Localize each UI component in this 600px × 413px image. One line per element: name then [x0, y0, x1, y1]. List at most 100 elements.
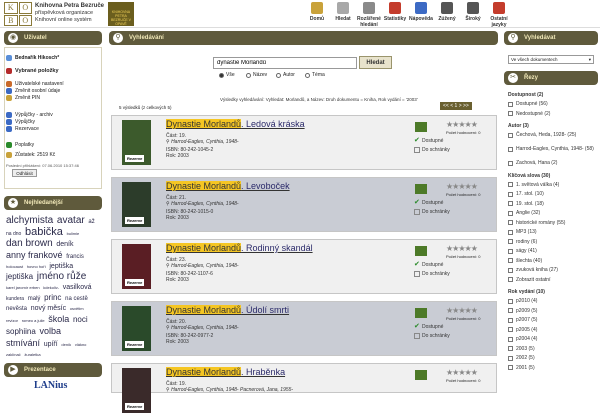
user-menu-item[interactable]: Výpůjčky [6, 119, 35, 125]
checkbox[interactable] [414, 209, 420, 215]
nav-search[interactable]: Hledat [330, 2, 356, 22]
rating-stars[interactable]: ★★★★★ [446, 244, 478, 253]
add-to-basket[interactable]: Do schránky [414, 333, 450, 339]
checkbox[interactable] [508, 160, 513, 166]
checkbox[interactable] [508, 327, 513, 332]
tag-link[interactable]: deník [56, 241, 73, 248]
tag-link[interactable]: škola [48, 314, 69, 324]
checkbox[interactable] [508, 298, 513, 304]
facet-item[interactable]: Dostupné (56) [508, 101, 548, 107]
tag-link[interactable]: upíří [44, 341, 58, 348]
nav-help[interactable]: Nápověda [408, 2, 434, 22]
book-cover[interactable]: Rezerve [122, 368, 151, 413]
user-menu-item[interactable]: Změnit PIN [6, 95, 40, 101]
checkbox[interactable] [508, 248, 513, 254]
facet-item[interactable]: p2005 (4) [508, 327, 537, 333]
checkbox[interactable] [508, 336, 513, 342]
tag-link[interactable]: žuraletka [24, 352, 40, 357]
tag-link[interactable]: až [88, 219, 94, 225]
facet-item[interactable]: 2003 (5) [508, 346, 535, 352]
favorites-link[interactable]: Vybrané položky [6, 68, 59, 74]
tag-link[interactable]: bulimie [67, 231, 80, 236]
tag-link[interactable]: dan brown [6, 238, 53, 249]
tag-link[interactable]: jméno růže [37, 271, 86, 282]
pager-controls[interactable]: << < 1 > >> [440, 102, 472, 110]
checkbox[interactable] [508, 267, 513, 273]
user-menu-item[interactable]: Poplatky [6, 142, 34, 148]
tag-link[interactable]: avatar [57, 215, 85, 226]
search-scope-radio[interactable]: Autor [276, 72, 295, 78]
checkbox[interactable] [508, 346, 513, 351]
facet-item[interactable]: Čechová, Heda, 1928- (25) [508, 132, 576, 138]
facet-item[interactable]: Zobrazit ostatní [508, 277, 550, 283]
checkbox[interactable] [414, 271, 420, 277]
result-author[interactable]: ⚲ Harrod-Eagles, Cynthia, 1948- [166, 325, 239, 332]
tag-link[interactable]: romeo a julie [22, 318, 45, 323]
facet-item[interactable]: 2002 (5) [508, 355, 535, 361]
facet-item[interactable]: 19. stol. (18) [508, 201, 544, 207]
nav-advanced-search[interactable]: Rozšířené hledání [356, 2, 382, 28]
lanius-logo[interactable]: LANius [34, 380, 67, 391]
add-to-basket[interactable]: Do schránky [414, 147, 450, 153]
tag-link[interactable]: stmívání [6, 338, 40, 348]
facet-item[interactable]: rodiny (6) [508, 239, 537, 245]
result-title-link[interactable]: Dynastie Morlandů. Levoboček [166, 181, 290, 191]
tag-link[interactable]: zaklínač [6, 352, 21, 357]
tag-link[interactable]: malý [28, 296, 41, 302]
tag-link[interactable]: princ [44, 293, 61, 302]
facet-item[interactable]: MP3 (13) [508, 229, 537, 235]
facet-item[interactable]: historické romány (55) [508, 220, 565, 226]
tag-link[interactable]: na cestě [65, 296, 88, 302]
search-scope-radio[interactable]: Název [246, 72, 267, 78]
logout-button[interactable]: Odhlásit [12, 169, 37, 177]
checkbox[interactable] [414, 147, 420, 153]
search-scope-radio[interactable]: Téma [305, 72, 325, 78]
nav-narrow-view[interactable]: Zúžený [434, 2, 460, 22]
tag-link[interactable]: revizor [6, 318, 18, 323]
checkbox[interactable] [414, 333, 420, 339]
pager[interactable]: << < 1 > >> [440, 102, 472, 110]
checkbox[interactable] [508, 132, 513, 138]
checkbox[interactable] [508, 308, 513, 313]
tag-link[interactable]: noci [73, 315, 88, 324]
result-author[interactable]: ⚲ Harrod-Eagles, Cynthia, 1948- [166, 263, 239, 270]
facet-item[interactable]: 1. světová válka (4) [508, 182, 559, 188]
tag-link[interactable]: anny frankové [6, 250, 63, 260]
result-author[interactable]: ⚲ Harrod-Eagles, Cynthia, 1948- [166, 139, 239, 146]
checkbox[interactable] [508, 277, 513, 282]
facet-item[interactable]: Nedostupné (2) [508, 111, 550, 117]
search-input[interactable] [213, 57, 357, 69]
book-cover[interactable]: Rezerve [122, 120, 151, 165]
document-type-select[interactable]: Ve všech dokumentech ▾ [508, 55, 594, 64]
tag-link[interactable]: karel jaromír erben [6, 285, 40, 290]
facet-item[interactable]: p2007 (5) [508, 317, 537, 323]
nav-flag[interactable]: Ostatní jazyky [486, 2, 512, 28]
result-author[interactable]: ⚲ Harrod-Eagles, Cynthia, 1948- [166, 201, 239, 208]
facet-item[interactable]: p2009 (5) [508, 308, 537, 314]
facet-item[interactable]: Harrod-Eagles, Cynthia, 1948- (58) [508, 146, 594, 152]
tag-link[interactable]: osvětim [70, 306, 84, 311]
checkbox[interactable] [508, 111, 513, 116]
tag-link[interactable]: francis [66, 254, 84, 260]
tag-link[interactable]: sophiina [6, 327, 36, 336]
user-menu-item[interactable]: Uživatelské nastavení [6, 81, 64, 87]
facet-item[interactable]: p2004 (4) [508, 336, 537, 342]
checkbox[interactable] [508, 258, 513, 263]
search-button[interactable]: Hledat [359, 56, 392, 69]
tag-link[interactable]: jeptiška [6, 272, 33, 281]
facet-item[interactable]: Anglie (32) [508, 210, 540, 216]
rating-stars[interactable]: ★★★★★ [446, 182, 478, 191]
checkbox[interactable] [508, 239, 513, 244]
result-author[interactable]: ⚲ Harrod-Eagles, Cynthia, 1948- Pacnerov… [166, 387, 293, 394]
add-to-basket[interactable]: Do schránky [414, 271, 450, 277]
user-menu-item[interactable]: Výpůjčky - archiv [6, 112, 53, 118]
facet-item[interactable]: p2010 (4) [508, 298, 537, 304]
facet-item[interactable]: Zachová, Hana (2) [508, 160, 557, 166]
tag-link[interactable]: kdekoliv- [43, 285, 59, 290]
result-title-link[interactable]: Dynastie Morlandů. Údolí smrti [166, 305, 289, 315]
add-to-basket[interactable]: Do schránky [414, 209, 450, 215]
checkbox[interactable] [508, 317, 513, 323]
facet-item[interactable]: zvuková kniha (27) [508, 267, 558, 273]
tag-link[interactable]: alchymista [6, 215, 53, 226]
book-cover[interactable]: Rezerve [122, 244, 151, 289]
